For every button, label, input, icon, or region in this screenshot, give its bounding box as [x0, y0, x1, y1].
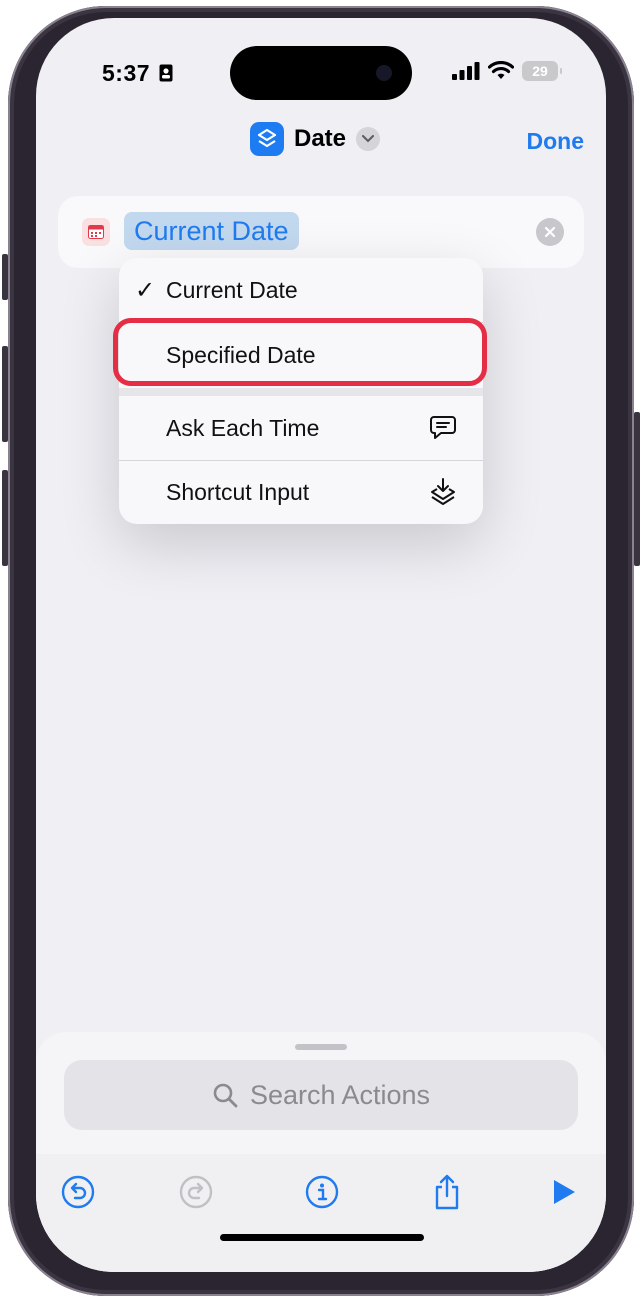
calendar-icon	[82, 218, 110, 246]
play-icon[interactable]	[544, 1172, 584, 1212]
id-card-icon	[159, 64, 173, 82]
clear-icon[interactable]	[536, 218, 564, 246]
cellular-signal-icon	[452, 62, 480, 80]
screen: 5:37 29 Date Done Current Date ✓ Current…	[36, 18, 606, 1272]
menu-item-label: Shortcut Input	[166, 479, 310, 505]
date-token[interactable]: Current Date	[124, 212, 299, 250]
undo-icon[interactable]	[58, 1172, 98, 1212]
shortcuts-app-icon	[250, 122, 284, 156]
date-options-menu: ✓ Current Date Specified Date Ask Each T…	[119, 258, 483, 524]
camera-icon	[376, 65, 392, 81]
bottom-toolbar	[36, 1154, 606, 1272]
home-indicator[interactable]	[220, 1234, 424, 1241]
nav-bar: Date Done	[36, 122, 606, 172]
sheet-grabber[interactable]	[295, 1044, 347, 1050]
menu-item-label: Current Date	[166, 276, 298, 303]
search-placeholder: Search Actions	[249, 1079, 431, 1110]
menu-item-ask-each-time[interactable]: Ask Each Time	[119, 396, 483, 460]
volume-down-button	[2, 470, 8, 566]
menu-item-shortcut-input[interactable]: Shortcut Input	[119, 461, 483, 524]
status-indicators: 29	[452, 61, 562, 81]
info-icon[interactable]	[302, 1172, 342, 1212]
share-icon[interactable]	[427, 1172, 467, 1212]
status-time: 5:37	[102, 60, 173, 87]
checkmark-icon: ✓	[135, 276, 156, 304]
battery-icon: 29	[522, 61, 562, 81]
shortcut-input-icon	[431, 477, 455, 505]
page-title: Date	[294, 125, 347, 152]
menu-item-current-date[interactable]: ✓ Current Date	[119, 258, 483, 322]
highlight-annotation	[113, 318, 487, 386]
done-button[interactable]: Done	[527, 128, 585, 155]
menu-section-divider	[119, 388, 483, 396]
dynamic-island	[230, 46, 412, 100]
redo-icon[interactable]	[176, 1172, 216, 1212]
nav-title-group[interactable]: Date	[250, 122, 381, 156]
message-bubble-icon	[430, 416, 456, 439]
action-button	[2, 254, 8, 300]
power-button	[634, 412, 640, 566]
search-icon	[213, 1083, 238, 1108]
wifi-icon	[488, 61, 514, 79]
chevron-down-icon[interactable]	[356, 127, 381, 151]
volume-up-button	[2, 346, 8, 442]
menu-item-label: Ask Each Time	[166, 414, 320, 441]
search-input[interactable]: Search Actions	[64, 1060, 578, 1130]
